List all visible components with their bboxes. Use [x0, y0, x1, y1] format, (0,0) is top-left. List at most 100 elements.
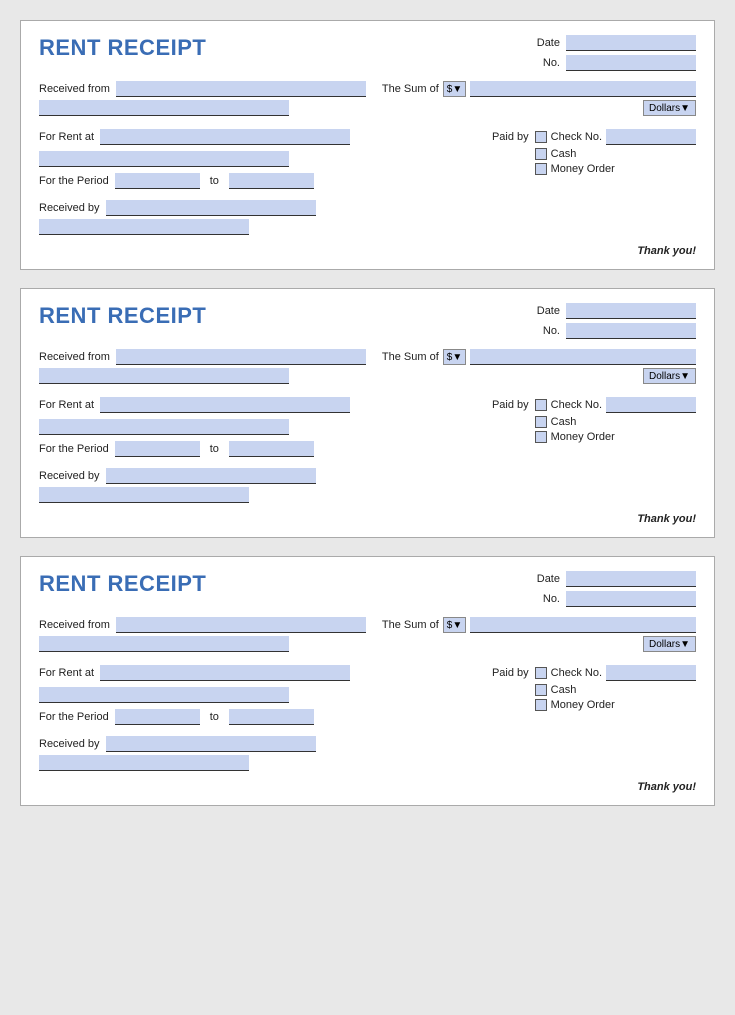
- period-from-2[interactable]: [115, 441, 200, 457]
- cash-checkbox-2[interactable]: [535, 416, 547, 428]
- no-input-2[interactable]: [566, 323, 696, 339]
- dollars-btn-1[interactable]: Dollars▼: [643, 100, 696, 116]
- payment-options-1: Check No. Cash Money Order: [535, 129, 696, 175]
- period-from-3[interactable]: [115, 709, 200, 725]
- sum-input-3[interactable]: [470, 617, 696, 633]
- rent-at-input-1[interactable]: [100, 129, 350, 145]
- check-checkbox-2[interactable]: [535, 399, 547, 411]
- received-from-input-1[interactable]: [116, 81, 366, 97]
- date-row-3: Date: [532, 571, 696, 587]
- for-rent-at-label-2: For Rent at: [39, 399, 94, 411]
- period-label-2: For the Period: [39, 443, 109, 455]
- dollars-btn-2[interactable]: Dollars▼: [643, 368, 696, 384]
- period-row-1: For the Period to: [39, 173, 474, 189]
- check-no-label-2: Check No.: [551, 399, 602, 411]
- date-row-1: Date: [532, 35, 696, 51]
- check-no-label-3: Check No.: [551, 667, 602, 679]
- sum-input-2[interactable]: [470, 349, 696, 365]
- receipt-title-3: RENT RECEIPT: [39, 571, 206, 597]
- no-input-3[interactable]: [566, 591, 696, 607]
- cash-checkbox-3[interactable]: [535, 684, 547, 696]
- period-row-2: For the Period to: [39, 441, 474, 457]
- received-by-input-3[interactable]: [106, 736, 316, 752]
- money-order-label-2: Money Order: [551, 431, 615, 443]
- received-by-input-2[interactable]: [106, 468, 316, 484]
- cash-option-2: Cash: [535, 416, 696, 428]
- payment-options-2: Check No. Cash Money Order: [535, 397, 696, 443]
- check-no-label-1: Check No.: [551, 131, 602, 143]
- rent-at-input-2[interactable]: [100, 397, 350, 413]
- rent-paid-row-3: For Rent at For the Period to Paid by: [39, 665, 696, 725]
- received-by-second-3[interactable]: [39, 755, 249, 771]
- rent-paid-row-1: For Rent at For the Period to Paid by: [39, 129, 696, 189]
- rent-at-second-2[interactable]: [39, 419, 289, 435]
- money-order-label-1: Money Order: [551, 163, 615, 175]
- receipts-container: RENT RECEIPT Date No. Received from: [20, 20, 715, 806]
- paid-block-1: Paid by Check No. Cash: [492, 129, 696, 175]
- rent-at-input-3[interactable]: [100, 665, 350, 681]
- money-order-checkbox-1[interactable]: [535, 163, 547, 175]
- received-by-second-2[interactable]: [39, 487, 249, 503]
- received-from-input-3[interactable]: [116, 617, 366, 633]
- thank-you-row-1: Thank you!: [39, 245, 696, 257]
- cash-label-3: Cash: [551, 684, 577, 696]
- money-order-checkbox-2[interactable]: [535, 431, 547, 443]
- rent-paid-row-2: For Rent at For the Period to Paid by: [39, 397, 696, 457]
- date-input-2[interactable]: [566, 303, 696, 319]
- rent-row-2: For Rent at: [39, 397, 474, 413]
- check-no-input-1[interactable]: [606, 129, 696, 145]
- receipt-1: RENT RECEIPT Date No. Received from: [20, 20, 715, 270]
- received-by-block-2: Received by: [39, 468, 696, 503]
- sum-input-1[interactable]: [470, 81, 696, 97]
- no-label-1: No.: [532, 57, 560, 69]
- to-label-2: to: [210, 443, 219, 455]
- paid-block-3: Paid by Check No. Cash: [492, 665, 696, 711]
- dollar-btn-2[interactable]: $▼: [443, 349, 466, 365]
- period-label-1: For the Period: [39, 175, 109, 187]
- date-row-2: Date: [532, 303, 696, 319]
- money-order-checkbox-3[interactable]: [535, 699, 547, 711]
- received-from-second-line-3[interactable]: [39, 636, 289, 652]
- received-from-second-line-1[interactable]: [39, 100, 289, 116]
- no-input-1[interactable]: [566, 55, 696, 71]
- receipt-body-3: Received from The Sum of $▼ Dollars▼: [39, 617, 696, 793]
- receipt-header-3: RENT RECEIPT Date No.: [39, 571, 696, 607]
- date-no-block-3: Date No.: [532, 571, 696, 607]
- check-no-input-3[interactable]: [606, 665, 696, 681]
- dollars-btn-3[interactable]: Dollars▼: [643, 636, 696, 652]
- period-to-2[interactable]: [229, 441, 314, 457]
- cash-checkbox-1[interactable]: [535, 148, 547, 160]
- check-checkbox-1[interactable]: [535, 131, 547, 143]
- check-checkbox-3[interactable]: [535, 667, 547, 679]
- no-row-3: No.: [532, 591, 696, 607]
- receipt-title-1: RENT RECEIPT: [39, 35, 206, 61]
- receipt-body-1: Received from The Sum of $▼ Dollars▼: [39, 81, 696, 257]
- received-by-input-1[interactable]: [106, 200, 316, 216]
- cash-label-1: Cash: [551, 148, 577, 160]
- received-by-second-1[interactable]: [39, 219, 249, 235]
- money-order-option-3: Money Order: [535, 699, 696, 711]
- no-label-2: No.: [532, 325, 560, 337]
- to-label-3: to: [210, 711, 219, 723]
- period-row-3: For the Period to: [39, 709, 474, 725]
- cash-label-2: Cash: [551, 416, 577, 428]
- received-by-row-2: Received by: [39, 468, 696, 484]
- received-from-second-line-2[interactable]: [39, 368, 289, 384]
- received-from-input-2[interactable]: [116, 349, 366, 365]
- date-input-1[interactable]: [566, 35, 696, 51]
- dollar-btn-3[interactable]: $▼: [443, 617, 466, 633]
- rent-at-second-1[interactable]: [39, 151, 289, 167]
- date-label-3: Date: [532, 573, 560, 585]
- paid-by-label-1: Paid by: [492, 131, 529, 143]
- date-input-3[interactable]: [566, 571, 696, 587]
- dollar-btn-1[interactable]: $▼: [443, 81, 466, 97]
- period-to-3[interactable]: [229, 709, 314, 725]
- thank-you-row-2: Thank you!: [39, 513, 696, 525]
- rent-at-second-3[interactable]: [39, 687, 289, 703]
- period-to-1[interactable]: [229, 173, 314, 189]
- rent-row-3: For Rent at: [39, 665, 474, 681]
- sum-label-3: The Sum of: [382, 619, 439, 631]
- check-no-input-2[interactable]: [606, 397, 696, 413]
- received-from-label-1: Received from: [39, 83, 110, 95]
- period-from-1[interactable]: [115, 173, 200, 189]
